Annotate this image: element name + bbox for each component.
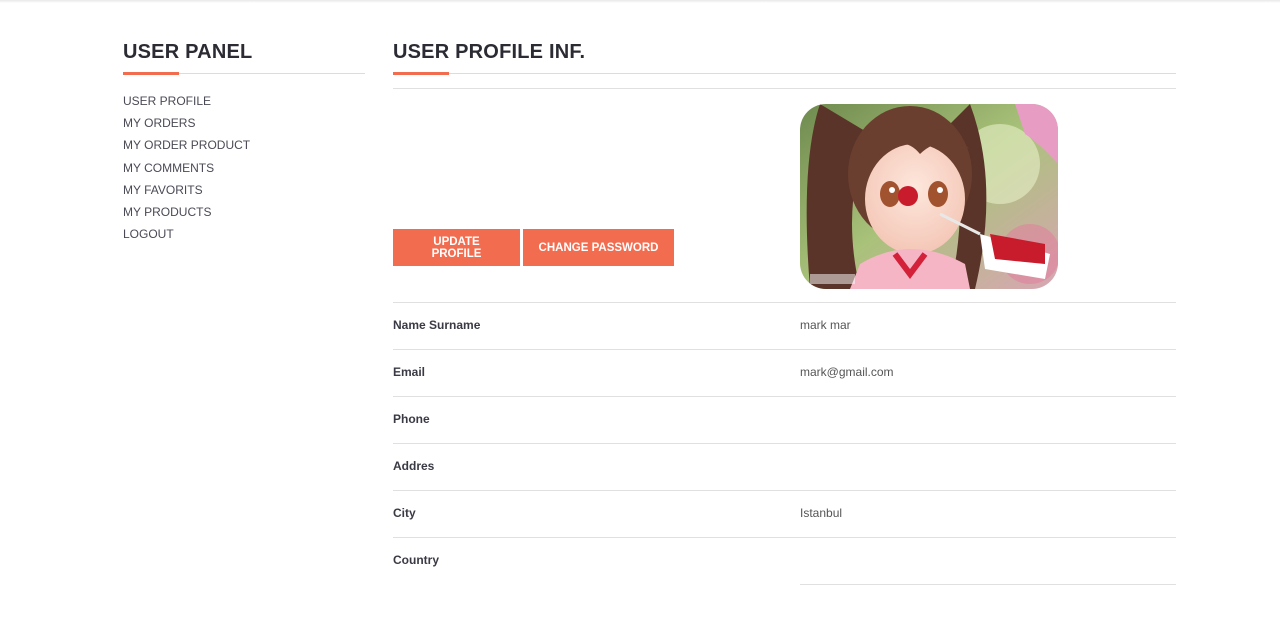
email-label: Email	[393, 365, 426, 379]
email-value: mark@gmail.com	[800, 365, 894, 379]
sidebar-item-logout[interactable]: LOGOUT	[123, 223, 365, 245]
sidebar-item-my-orders[interactable]: MY ORDERS	[123, 112, 365, 134]
sidebar-item-my-comments[interactable]: MY COMMENTS	[123, 157, 365, 179]
info-row-phone: Phone	[393, 396, 1176, 443]
sidebar-title-underline	[123, 72, 365, 75]
sidebar-item-my-order-product[interactable]: MY ORDER PRODUCT	[123, 134, 365, 156]
sidebar-item-my-products[interactable]: MY PRODUCTS	[123, 201, 365, 223]
table-bottom-divider	[800, 584, 1176, 585]
sidebar-menu: USER PROFILE MY ORDERS MY ORDER PRODUCT …	[123, 90, 365, 245]
profile-avatar	[800, 104, 1058, 289]
user-panel-sidebar: USER PANEL USER PROFILE MY ORDERS MY ORD…	[123, 38, 365, 245]
page-title: USER PROFILE INF.	[393, 41, 586, 63]
info-row-address: Addres	[393, 443, 1176, 490]
country-label: Country	[393, 553, 439, 567]
change-password-button[interactable]: CHANGE PASSWORD	[523, 229, 674, 266]
phone-label: Phone	[393, 412, 430, 426]
name-surname-label: Name Surname	[393, 318, 481, 332]
info-row-city: City Istanbul	[393, 490, 1176, 537]
sidebar-item-my-favorits[interactable]: MY FAVORITS	[123, 179, 365, 201]
info-row-name: Name Surname mark mar	[393, 302, 1176, 349]
city-label: City	[393, 506, 416, 520]
profile-hero: UPDATE PROFILE CHANGE PASSWORD	[393, 89, 1176, 302]
address-label: Addres	[393, 459, 435, 473]
info-row-email: Email mark@gmail.com	[393, 349, 1176, 396]
city-value: Istanbul	[800, 506, 843, 520]
page-title-underline	[393, 72, 1176, 75]
sidebar-title: USER PANEL	[123, 41, 253, 63]
profile-main: USER PROFILE INF. UPDATE PROFILE CHANGE …	[393, 38, 1176, 302]
top-shadow	[0, 0, 1280, 3]
info-row-country: Country	[393, 537, 1176, 584]
profile-info-table: Name Surname mark mar Email mark@gmail.c…	[393, 302, 1176, 584]
sidebar-item-user-profile[interactable]: USER PROFILE	[123, 90, 365, 112]
name-surname-value: mark mar	[800, 318, 851, 332]
update-profile-button[interactable]: UPDATE PROFILE	[393, 229, 520, 266]
